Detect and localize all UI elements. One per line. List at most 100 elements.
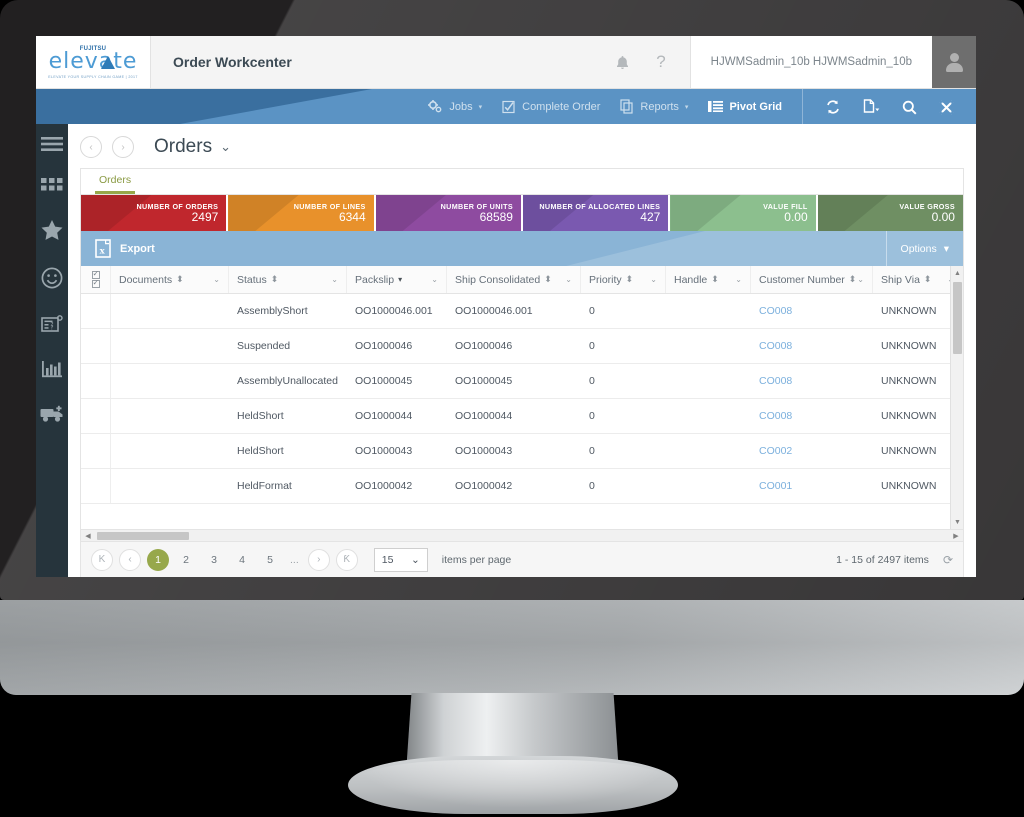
column-filter-icon[interactable]: ⌄ (565, 275, 572, 284)
sidebar-item-shipping[interactable] (40, 405, 64, 423)
cell-customer-number[interactable]: CO002 (751, 445, 873, 457)
column-header[interactable]: Packslip ▾ ⌄ (347, 266, 447, 293)
monitor-mockup: FUJITSU elevate ELEVATE YOUR SUPPLY CHAI… (0, 0, 1024, 817)
sort-indicator-icon[interactable]: ⬍ (626, 274, 634, 285)
cell-customer-number[interactable]: CO008 (751, 410, 873, 422)
nav-item-reports[interactable]: Reports ▾ (620, 99, 688, 114)
kpi-tile[interactable]: NUMBER OF ORDERS 2497 (81, 195, 229, 231)
table-row[interactable]: HeldFormat OO1000042 OO1000042 0 CO001 UNKNOW… (81, 469, 963, 504)
sidebar-item-forms[interactable]: ? ? (41, 315, 63, 334)
sort-indicator-icon[interactable]: ⬍ (849, 274, 857, 285)
new-document-icon[interactable] (863, 98, 880, 115)
column-header[interactable]: Priority ⬍ ⌄ (581, 266, 666, 293)
help-icon[interactable]: ? (656, 52, 665, 72)
kpi-tile[interactable]: NUMBER OF UNITS 68589 (375, 195, 523, 231)
sidebar-item-analytics[interactable] (41, 360, 63, 379)
vertical-scroll-thumb[interactable] (953, 282, 962, 354)
user-name-label[interactable]: HJWMSadmin_10b HJWMSadmin_10b (689, 36, 932, 88)
scroll-right-icon[interactable]: ▶ (949, 530, 963, 542)
table-row[interactable]: HeldShort OO1000043 OO1000043 0 CO002 UNKNOWN (81, 434, 963, 469)
row-select-checkbox[interactable] (81, 399, 111, 433)
bell-icon[interactable] (615, 52, 630, 72)
page-number-5[interactable]: 5 (259, 549, 281, 571)
column-filter-icon[interactable]: ⌄ (650, 275, 657, 284)
sort-indicator-icon[interactable]: ⬍ (271, 274, 279, 285)
page-size-select[interactable]: 15 ⌄ (373, 547, 428, 572)
grid-header-row: Documents⬍⌄Status⬍⌄Packslip▾⌄Ship Consol… (81, 266, 963, 294)
select-all-checkbox[interactable] (81, 266, 111, 293)
kpi-tile[interactable]: VALUE GROSS 0.00 (817, 195, 963, 231)
nav-item-jobs[interactable]: Jobs ▾ (427, 99, 482, 114)
tab-orders[interactable]: Orders (95, 174, 136, 194)
cell-customer-number[interactable]: CO008 (751, 305, 873, 317)
table-row[interactable]: AssemblyUnallocated OO1000045 OO1000045 0 CO… (81, 364, 963, 399)
table-row[interactable]: Suspended OO1000046 OO1000046 0 CO008 UNKNOWN (81, 329, 963, 364)
history-back-button[interactable]: ‹ (80, 136, 102, 158)
nav-item-complete-order[interactable]: Complete Order (502, 100, 600, 114)
brand-logo[interactable]: FUJITSU elevate ELEVATE YOUR SUPPLY CHAI… (36, 36, 151, 88)
sort-indicator-icon[interactable]: ⬍ (711, 274, 719, 285)
data-grid: Documents⬍⌄Status⬍⌄Packslip▾⌄Ship Consol… (81, 266, 963, 529)
fullscreen-icon[interactable] (939, 98, 954, 115)
refresh-icon[interactable]: ⟳ (943, 553, 953, 567)
avatar[interactable] (932, 36, 976, 88)
sort-indicator-icon[interactable]: ⬍ (924, 274, 932, 285)
next-page-button[interactable]: › (307, 548, 330, 571)
sidebar-item-apps[interactable] (41, 178, 63, 194)
column-header-label: Handle (674, 273, 708, 286)
column-header[interactable]: Ship Consolidated ⬍ ⌄ (447, 266, 581, 293)
sidebar-item-favorites[interactable] (41, 220, 63, 241)
column-filter-icon[interactable]: ⌄ (735, 275, 742, 284)
column-filter-icon[interactable]: ⌄ (331, 275, 338, 284)
column-filter-icon[interactable]: ⌄ (857, 275, 864, 284)
page-title[interactable]: Orders ⌄ (154, 136, 231, 158)
page-number-1[interactable]: 1 (147, 548, 169, 571)
history-forward-button[interactable]: › (112, 136, 134, 158)
search-icon[interactable] (902, 98, 917, 115)
column-header[interactable]: Status ⬍ ⌄ (229, 266, 347, 293)
row-select-checkbox[interactable] (81, 329, 111, 363)
cell-packslip: OO1000046.001 (355, 305, 433, 317)
kpi-tile[interactable]: VALUE FILL 0.00 (670, 195, 818, 231)
sidebar-item-menu[interactable] (41, 136, 63, 152)
column-header[interactable]: Customer Number ⬍ ⌄ (751, 266, 873, 293)
kpi-tile[interactable]: NUMBER OF ALLOCATED LINES 427 (522, 195, 671, 231)
refresh-icon[interactable] (825, 98, 841, 115)
header-icon-group: ? (615, 36, 689, 88)
sort-indicator-icon[interactable]: ⬍ (176, 274, 184, 285)
scroll-left-icon[interactable]: ◀ (81, 530, 95, 542)
row-select-checkbox[interactable] (81, 469, 111, 503)
column-filter-icon[interactable]: ⌄ (431, 275, 438, 284)
cell-status: HeldShort (237, 445, 284, 457)
horizontal-scrollbar[interactable]: ◀ ▶ (81, 529, 963, 541)
sidebar-item-feedback[interactable] (41, 267, 63, 289)
column-header[interactable]: Documents ⬍ ⌄ (111, 266, 229, 293)
export-button[interactable]: x Export (81, 239, 155, 258)
page-number-2[interactable]: 2 (175, 549, 197, 571)
kpi-tile[interactable]: NUMBER OF LINES 6344 (228, 195, 376, 231)
first-page-button[interactable]: K (91, 548, 113, 571)
kpi-wedge (375, 195, 446, 231)
row-select-checkbox[interactable] (81, 434, 111, 468)
row-select-checkbox[interactable] (81, 364, 111, 398)
table-row[interactable]: HeldShort OO1000044 OO1000044 0 CO008 UNKNOWN (81, 399, 963, 434)
horizontal-scroll-thumb[interactable] (97, 532, 189, 540)
table-row[interactable]: AssemblyShort OO1000046.001 OO1000046.001 0… (81, 294, 963, 329)
previous-page-button[interactable]: ‹ (119, 548, 141, 571)
sort-indicator-icon[interactable]: ▾ (398, 275, 402, 284)
cell-customer-number[interactable]: CO001 (751, 480, 873, 492)
page-number-4[interactable]: 4 (231, 549, 253, 571)
vertical-scrollbar[interactable]: ▲ ▼ (950, 266, 963, 529)
scroll-up-icon[interactable]: ▲ (951, 266, 963, 280)
page-number-3[interactable]: 3 (203, 549, 225, 571)
last-page-button[interactable]: Ƙ (335, 548, 358, 571)
row-select-checkbox[interactable] (81, 294, 111, 328)
nav-item-pivot-grid[interactable]: Pivot Grid (708, 100, 782, 113)
cell-customer-number[interactable]: CO008 (751, 340, 873, 352)
sort-indicator-icon[interactable]: ⬍ (544, 274, 552, 285)
column-header[interactable]: Handle ⬍ ⌄ (666, 266, 751, 293)
options-button[interactable]: Options ▾ (885, 231, 963, 266)
column-filter-icon[interactable]: ⌄ (213, 275, 220, 284)
scroll-down-icon[interactable]: ▼ (951, 515, 963, 529)
cell-customer-number[interactable]: CO008 (751, 375, 873, 387)
